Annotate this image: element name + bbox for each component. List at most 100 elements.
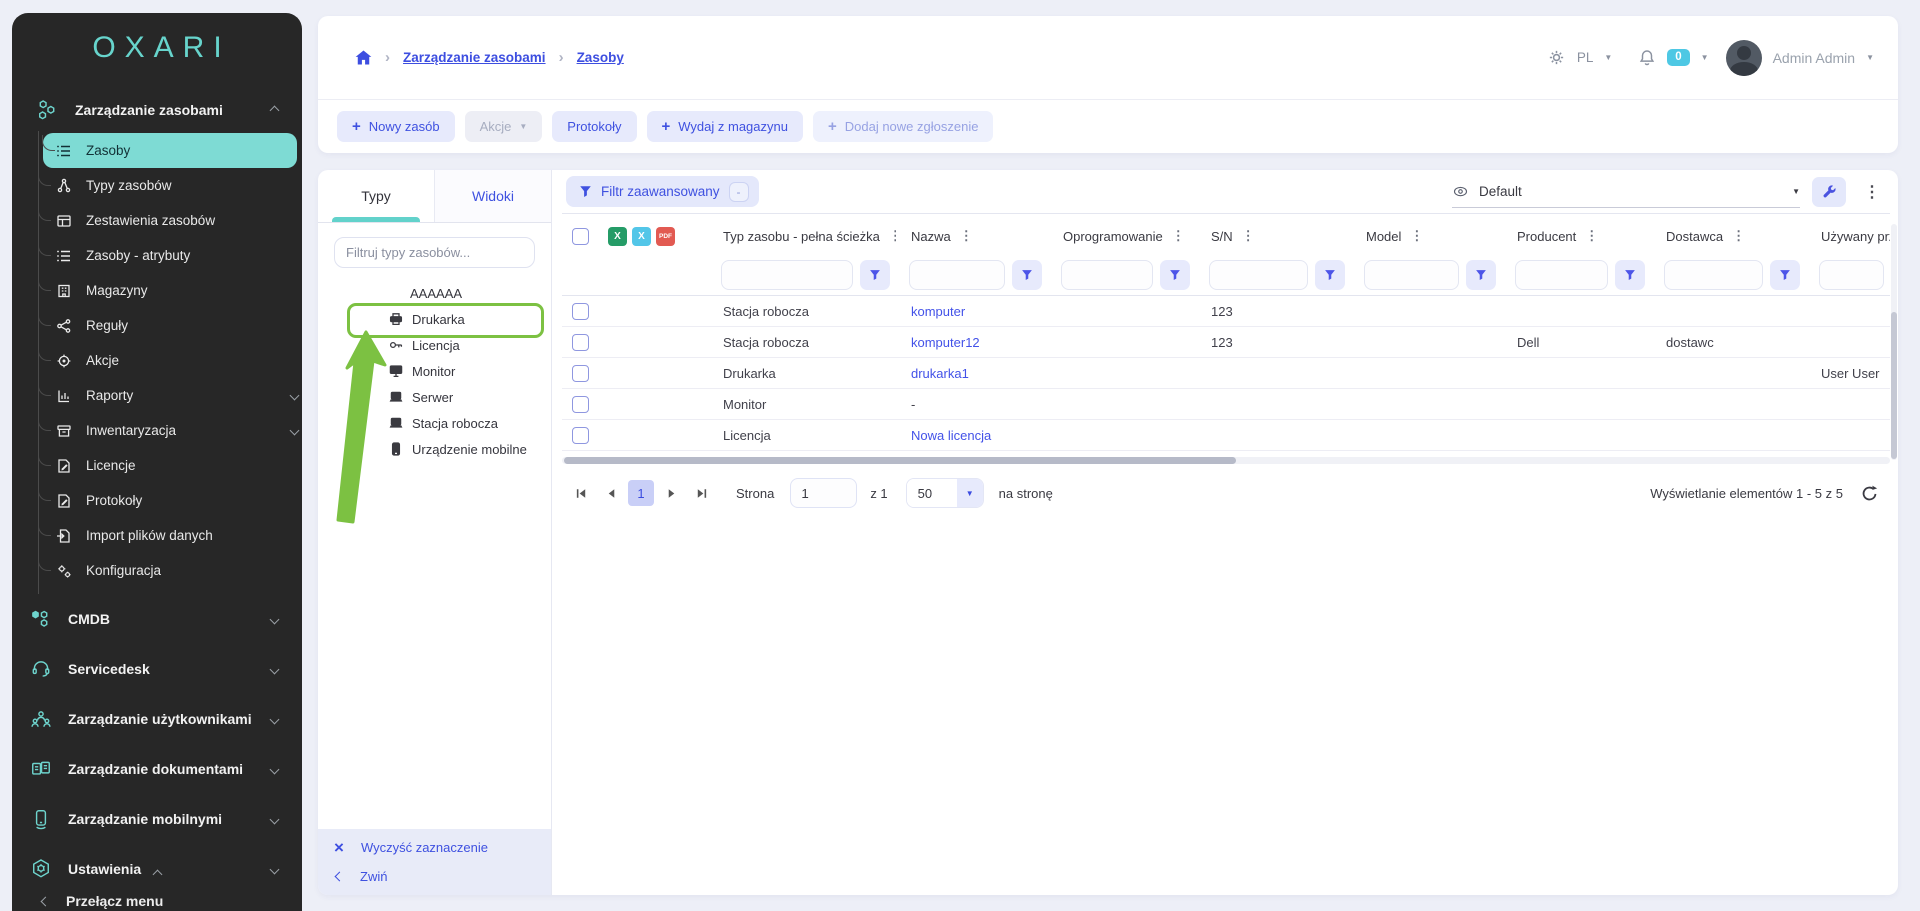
avatar[interactable] <box>1726 40 1762 76</box>
row-checkbox[interactable] <box>572 334 589 351</box>
column-filter-button[interactable] <box>1315 260 1345 290</box>
breadcrumb-link-zasoby[interactable]: Zasoby <box>577 50 624 65</box>
add-ticket-button[interactable]: +Dodaj nowe zgłoszenie <box>813 111 993 142</box>
column-header-producent[interactable]: Producent⋮ <box>1502 228 1651 244</box>
row-checkbox[interactable] <box>572 427 589 444</box>
issue-from-warehouse-button[interactable]: +Wydaj z magazynu <box>647 111 803 142</box>
column-filter-input[interactable] <box>1061 260 1153 290</box>
row-checkbox[interactable] <box>572 365 589 382</box>
type-item-serwer[interactable]: Serwer <box>318 384 551 410</box>
column-menu-icon[interactable]: ⋮ <box>960 228 973 244</box>
column-header-oprogramowanie[interactable]: Oprogramowanie⋮ <box>1048 228 1196 244</box>
type-item-drukarka[interactable]: Drukarka <box>318 306 551 332</box>
row-checkbox[interactable] <box>572 303 589 320</box>
current-page-button[interactable]: 1 <box>628 480 654 506</box>
type-item-stacja-robocza[interactable]: Stacja robocza <box>318 410 551 436</box>
caret-down-icon[interactable]: ▼ <box>1701 53 1709 62</box>
sidebar-section-cmdb[interactable]: CMDB <box>12 594 302 644</box>
sidebar-item-licencje[interactable]: Licencje <box>39 448 302 483</box>
column-menu-icon[interactable]: ⋮ <box>1585 228 1598 244</box>
column-filter-input[interactable] <box>1209 260 1308 290</box>
advanced-filter-button[interactable]: Filtr zaawansowany - <box>566 176 759 207</box>
next-page-button[interactable] <box>658 480 684 506</box>
sidebar-item-raporty[interactable]: Raporty <box>39 378 302 413</box>
caret-down-icon[interactable]: ▼ <box>1866 53 1874 62</box>
column-filter-button[interactable] <box>1770 260 1800 290</box>
sidebar-section-uzytkownicy[interactable]: Zarządzanie użytkownikami <box>12 694 302 744</box>
tab-widoki[interactable]: Widoki <box>434 170 551 222</box>
user-name[interactable]: Admin Admin <box>1773 50 1855 66</box>
column-menu-icon[interactable]: ⋮ <box>1172 228 1185 244</box>
column-header-uzywany-przez[interactable]: Używany przez <box>1806 229 1890 244</box>
column-header-model[interactable]: Model⋮ <box>1351 228 1502 244</box>
toggle-menu-button[interactable]: Przełącz menu <box>12 893 302 909</box>
sidebar-item-akcje[interactable]: Akcje <box>39 343 302 378</box>
type-item-aaaaaa[interactable]: AAAAAA <box>318 280 551 306</box>
table-row[interactable]: Monitor - <box>562 389 1890 420</box>
cell-nazwa-link[interactable]: komputer <box>896 304 1048 319</box>
column-menu-icon[interactable]: ⋮ <box>1732 228 1745 244</box>
export-pdf-icon[interactable]: PDF <box>656 227 675 246</box>
previous-page-button[interactable] <box>598 480 624 506</box>
caret-down-icon[interactable]: ▼ <box>1604 53 1612 62</box>
column-filter-input[interactable] <box>1515 260 1608 290</box>
sidebar-item-zasoby-atrybuty[interactable]: Zasoby - atrybuty <box>39 238 302 273</box>
sidebar-section-dokumenty[interactable]: Zarządzanie dokumentami <box>12 744 302 794</box>
grid-settings-wrench-button[interactable] <box>1812 177 1846 207</box>
home-icon[interactable] <box>355 50 372 65</box>
sidebar-item-reguly[interactable]: Reguły <box>39 308 302 343</box>
column-filter-input[interactable] <box>1819 260 1884 290</box>
column-filter-button[interactable] <box>1466 260 1496 290</box>
refresh-button[interactable] <box>1861 485 1878 502</box>
column-filter-input[interactable] <box>721 260 853 290</box>
sidebar-item-zestawienia-zasobow[interactable]: Zestawienia zasobów <box>39 203 302 238</box>
column-filter-input[interactable] <box>909 260 1005 290</box>
page-number-input[interactable] <box>790 478 857 508</box>
clear-selection-button[interactable]: × Wyczyść zaznaczenie <box>318 833 551 862</box>
sidebar-group-zarzadzanie-zasobami[interactable]: Zarządzanie zasobami <box>12 89 302 131</box>
row-checkbox[interactable] <box>572 396 589 413</box>
gear-icon[interactable] <box>1547 48 1566 67</box>
sidebar-item-konfiguracja[interactable]: Konfiguracja <box>39 553 302 588</box>
view-select[interactable]: Default ▼ <box>1452 176 1800 208</box>
breadcrumb-link-zarzadzanie[interactable]: Zarządzanie zasobami <box>403 50 546 65</box>
new-asset-button[interactable]: +Nowy zasób <box>337 111 455 142</box>
cell-nazwa-link[interactable]: komputer12 <box>896 335 1048 350</box>
column-header-sn[interactable]: S/N⋮ <box>1196 228 1351 244</box>
column-filter-button[interactable] <box>860 260 890 290</box>
scrollbar-thumb[interactable] <box>1891 312 1897 459</box>
export-xlsx-icon[interactable]: X <box>608 227 627 246</box>
tab-typy[interactable]: Typy <box>318 170 434 222</box>
select-all-checkbox[interactable] <box>572 228 589 245</box>
sidebar-item-protokoly[interactable]: Protokoły <box>39 483 302 518</box>
types-filter-input[interactable] <box>334 237 535 268</box>
last-page-button[interactable] <box>688 480 714 506</box>
first-page-button[interactable] <box>568 480 594 506</box>
column-header-typ-zasobu[interactable]: Typ zasobu - pełna ścieżka⋮ <box>708 228 896 244</box>
sidebar-item-magazyny[interactable]: Magazyny <box>39 273 302 308</box>
column-header-nazwa[interactable]: Nazwa⋮ <box>896 228 1048 244</box>
notification-count-badge[interactable]: 0 <box>1667 49 1689 66</box>
table-row[interactable]: Stacja robocza komputer 123 <box>562 296 1890 327</box>
column-menu-icon[interactable]: ⋮ <box>1242 228 1255 244</box>
column-filter-input[interactable] <box>1364 260 1459 290</box>
cell-nazwa-link[interactable]: Nowa licencja <box>896 428 1048 443</box>
sidebar-section-mobilne[interactable]: Zarządzanie mobilnymi <box>12 794 302 844</box>
grid-kebab-menu[interactable]: ⋮ <box>1858 182 1886 202</box>
protocols-button[interactable]: Protokoły <box>552 111 636 142</box>
column-menu-icon[interactable]: ⋮ <box>889 228 896 244</box>
table-row[interactable]: Licencja Nowa licencja <box>562 420 1890 451</box>
sidebar-item-import-plikow[interactable]: Import plików danych <box>39 518 302 553</box>
table-row[interactable]: Stacja robocza komputer12 123 Dell dosta… <box>562 327 1890 358</box>
column-filter-button[interactable] <box>1160 260 1190 290</box>
collapse-panel-button[interactable]: Zwiń <box>318 862 551 891</box>
language-selector[interactable]: PL <box>1577 50 1594 65</box>
cell-nazwa-link[interactable]: drukarka1 <box>896 366 1048 381</box>
column-header-dostawca[interactable]: Dostawca⋮ <box>1651 228 1806 244</box>
sidebar-item-zasoby[interactable]: Zasoby <box>43 133 297 168</box>
column-filter-button[interactable] <box>1615 260 1645 290</box>
sidebar-section-servicedesk[interactable]: Servicedesk <box>12 644 302 694</box>
type-item-licencja[interactable]: Licencja <box>318 332 551 358</box>
column-filter-input[interactable] <box>1664 260 1763 290</box>
export-xls-icon[interactable]: X <box>632 227 651 246</box>
